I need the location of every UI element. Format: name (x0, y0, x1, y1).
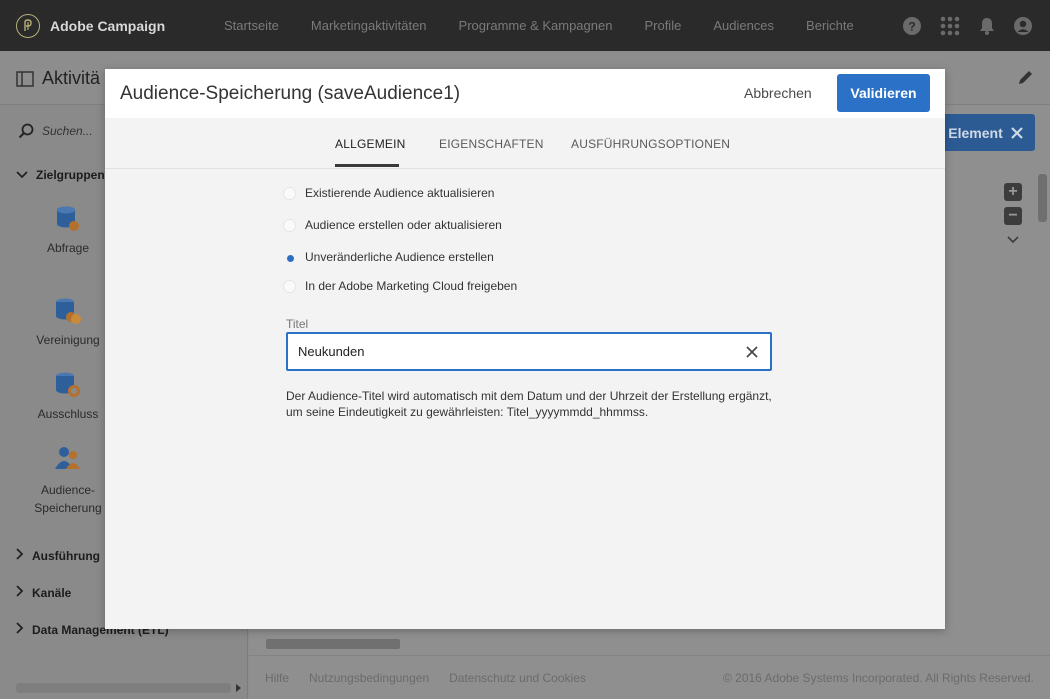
zoom-controls: + − (1004, 183, 1022, 249)
section-execution-label: Ausführung (32, 548, 100, 563)
main-nav: Startseite Marketingaktivitäten Programm… (224, 18, 886, 33)
nav-profile[interactable]: Profile (644, 18, 681, 33)
help-text-line2: um seine Eindeutigkeit zu gewährleisten:… (286, 405, 649, 419)
element-button[interactable]: Element (936, 114, 1035, 151)
chevron-right-icon (16, 622, 24, 637)
scrollbar-thumb[interactable] (1038, 174, 1047, 222)
nav-marketingaktivitaeten[interactable]: Marketingaktivitäten (311, 18, 427, 33)
option-update-existing[interactable]: Existierende Audience aktualisieren (283, 186, 494, 200)
svg-text:?: ? (908, 19, 915, 33)
palette-save-audience-line1: Audience- (40, 483, 96, 497)
option-create-immutable[interactable]: Unveränderliche Audience erstellen (283, 250, 494, 264)
help-icon[interactable]: ? (903, 16, 921, 35)
canvas-vertical-scrollbar[interactable] (1036, 160, 1048, 630)
title-help-text: Der Audience-Titel wird automatisch mit … (286, 388, 786, 420)
search-placeholder: Suchen... (42, 124, 93, 138)
palette-query[interactable]: Abfrage (18, 205, 118, 255)
scrollbar-thumb[interactable] (266, 639, 400, 649)
brand[interactable]: Adobe Campaign (16, 13, 206, 38)
nav-programme-kampagnen[interactable]: Programme & Kampagnen (459, 18, 613, 33)
tab-ausfuehrungsoptionen[interactable]: AUSFÜHRUNGSOPTIONEN (571, 137, 730, 151)
chevron-down-icon (16, 168, 28, 182)
option-share-marketing-cloud[interactable]: In der Adobe Marketing Cloud freigeben (283, 279, 517, 293)
zoom-in-icon[interactable]: + (1004, 183, 1022, 201)
tab-allgemein[interactable]: ALLGEMEIN (335, 137, 406, 151)
nav-startseite[interactable]: Startseite (224, 18, 279, 33)
help-text-line1: Der Audience-Titel wird automatisch mit … (286, 389, 772, 403)
footer: Hilfe Nutzungsbedingungen Datenschutz un… (249, 655, 1050, 699)
radio-button-selected[interactable] (283, 250, 296, 264)
exclusion-db-icon (18, 371, 118, 399)
union-db-icon (18, 297, 118, 325)
palette-exclusion-label: Ausschluss (37, 407, 99, 421)
title-field-label: Titel (286, 317, 309, 331)
tab-eigenschaften[interactable]: EIGENSCHAFTEN (439, 137, 544, 151)
canvas-horizontal-scrollbar[interactable] (256, 638, 1026, 650)
option-label: In der Adobe Marketing Cloud freigeben (305, 279, 518, 293)
notifications-bell-icon[interactable] (979, 17, 995, 35)
palette-horizontal-scrollbar[interactable] (16, 683, 231, 693)
validate-button[interactable]: Validieren (837, 74, 930, 112)
save-audience-dialog: Audience-Speicherung (saveAudience1) Abb… (105, 69, 945, 629)
close-icon (1010, 126, 1023, 139)
footer-terms-link[interactable]: Nutzungsbedingungen (309, 671, 429, 685)
option-create-or-update[interactable]: Audience erstellen oder aktualisieren (283, 218, 502, 232)
nav-berichte[interactable]: Berichte (806, 18, 854, 33)
palette-union-label: Vereinigung (36, 333, 100, 347)
sidebar-toggle-icon[interactable] (16, 70, 34, 87)
search-icon (18, 123, 34, 139)
footer-help-link[interactable]: Hilfe (265, 671, 289, 685)
option-label: Existierende Audience aktualisieren (305, 186, 495, 200)
zoom-out-icon[interactable]: − (1004, 207, 1022, 225)
radio-button[interactable] (283, 218, 296, 232)
palette-save-audience[interactable]: Audience- Speicherung (18, 445, 118, 517)
brand-name: Adobe Campaign (50, 17, 166, 34)
chevron-right-icon (16, 585, 24, 600)
option-label: Unveränderliche Audience erstellen (305, 250, 494, 264)
section-channels-label: Kanäle (32, 585, 72, 600)
clear-input-icon[interactable] (746, 345, 758, 363)
section-channels[interactable]: Kanäle (16, 585, 71, 600)
chevron-right-icon (16, 548, 24, 563)
query-db-icon (18, 205, 118, 233)
palette-save-audience-line2: Speicherung (34, 501, 102, 515)
adobe-campaign-logo-icon (16, 13, 40, 38)
active-tab-indicator (335, 164, 399, 167)
page-title: Aktivitä (16, 68, 100, 89)
chevron-down-icon[interactable] (1004, 231, 1022, 249)
palette-search[interactable]: Suchen... (18, 123, 93, 139)
palette-query-label: Abfrage (46, 241, 90, 255)
edit-pencil-icon[interactable] (1016, 69, 1034, 92)
element-button-label: Element (948, 124, 1003, 141)
cancel-button[interactable]: Abbrechen (744, 85, 812, 101)
save-audience-people-icon (18, 445, 118, 473)
dialog-tabs: ALLGEMEIN EIGENSCHAFTEN AUSFÜHRUNGSOPTIO… (105, 118, 945, 169)
section-execution[interactable]: Ausführung (16, 548, 100, 563)
page-title-text: Aktivitä (42, 68, 101, 88)
section-targeting-label: Zielgruppenb (36, 168, 112, 182)
dialog-title: Audience-Speicherung (saveAudience1) (120, 83, 461, 104)
dialog-header: Audience-Speicherung (saveAudience1) Abb… (105, 69, 945, 118)
nav-audiences[interactable]: Audiences (713, 18, 774, 33)
radio-button[interactable] (283, 186, 296, 200)
footer-privacy-link[interactable]: Datenschutz und Cookies (449, 671, 586, 685)
top-bar: Adobe Campaign Startseite Marketingaktiv… (0, 0, 1050, 51)
user-avatar-icon[interactable] (1014, 16, 1032, 35)
apps-grid-icon[interactable] (940, 16, 960, 36)
option-label: Audience erstellen oder aktualisieren (305, 218, 502, 232)
palette-exclusion[interactable]: Ausschluss (18, 371, 118, 421)
footer-copyright: © 2016 Adobe Systems Incorporated. All R… (722, 670, 1034, 685)
scroll-right-arrow-icon[interactable] (236, 684, 241, 692)
section-targeting[interactable]: Zielgruppenb (16, 168, 112, 182)
palette-union[interactable]: Vereinigung (18, 297, 118, 347)
radio-button[interactable] (283, 279, 296, 293)
title-input[interactable] (286, 332, 772, 371)
